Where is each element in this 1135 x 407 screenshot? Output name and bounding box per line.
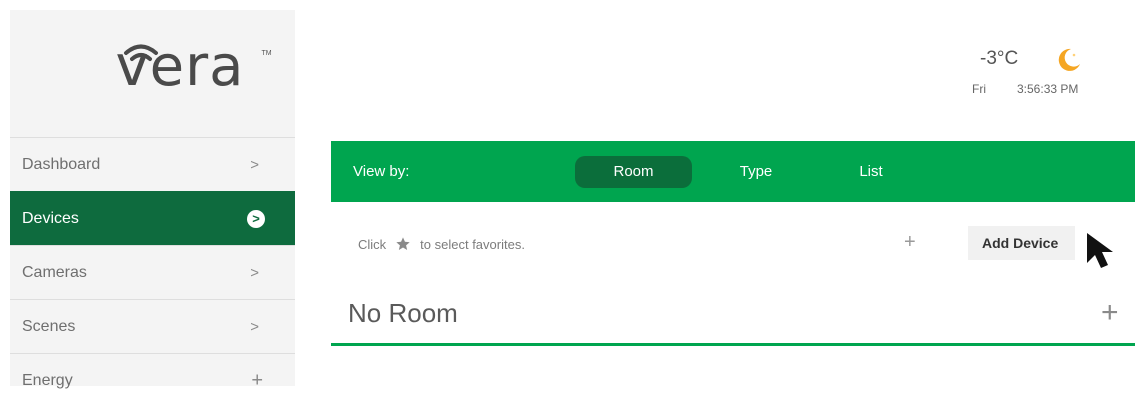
- sidebar-item-devices[interactable]: Devices >: [10, 191, 295, 245]
- tab-type[interactable]: Type: [726, 156, 786, 188]
- sidebar-item-label: Devices: [22, 209, 79, 227]
- sidebar-item-energy[interactable]: Energy +: [10, 353, 295, 407]
- favorites-hint-suffix: to select favorites.: [420, 236, 525, 252]
- add-device-button[interactable]: Add Device: [968, 226, 1075, 260]
- sidebar-item-label: Cameras: [22, 263, 87, 281]
- favorites-hint-prefix: Click: [358, 236, 387, 252]
- sidebar-nav: Dashboard > Devices > Cameras > Scenes >…: [10, 137, 295, 407]
- trademark: TM: [261, 50, 272, 57]
- chevron-right-icon: >: [250, 318, 259, 335]
- day-label: Fri: [972, 82, 986, 96]
- sidebar-item-dashboard[interactable]: Dashboard >: [10, 137, 295, 191]
- sidebar-item-label: Energy: [22, 371, 73, 389]
- tab-list[interactable]: List: [851, 156, 891, 188]
- room-title: No Room: [348, 298, 458, 328]
- moon-icon: [1058, 48, 1080, 71]
- star-icon: [396, 237, 410, 250]
- chevron-right-icon: >: [247, 209, 265, 228]
- sidebar-item-label: Scenes: [22, 317, 76, 335]
- logo-wordmark: vera: [115, 34, 245, 99]
- favorites-hint: Click to select favorites.: [358, 236, 525, 252]
- chevron-right-icon: >: [250, 156, 259, 173]
- add-room-plus-icon[interactable]: +: [1101, 296, 1119, 330]
- plus-icon: +: [251, 369, 263, 391]
- sidebar-item-label: Dashboard: [22, 155, 101, 173]
- add-device-plus-icon[interactable]: +: [904, 231, 916, 254]
- tab-room[interactable]: Room: [575, 156, 692, 188]
- view-by-bar: View by: Room Type List: [331, 141, 1135, 202]
- chevron-right-icon: >: [250, 264, 259, 281]
- vera-logo[interactable]: vera TM: [10, 10, 295, 136]
- mouse-cursor-icon: [1084, 230, 1116, 271]
- sidebar: vera TM Dashboard > Devices > Cameras > …: [10, 10, 295, 391]
- view-by-label: View by:: [353, 163, 410, 180]
- sidebar-item-scenes[interactable]: Scenes >: [10, 299, 295, 353]
- weather-widget: -3°C Fri 3:56:33 PM: [970, 42, 1110, 102]
- sidebar-item-cameras[interactable]: Cameras >: [10, 245, 295, 299]
- clock: 3:56:33 PM: [1017, 82, 1079, 96]
- temperature: -3°C: [980, 48, 1019, 69]
- room-divider: [331, 343, 1135, 346]
